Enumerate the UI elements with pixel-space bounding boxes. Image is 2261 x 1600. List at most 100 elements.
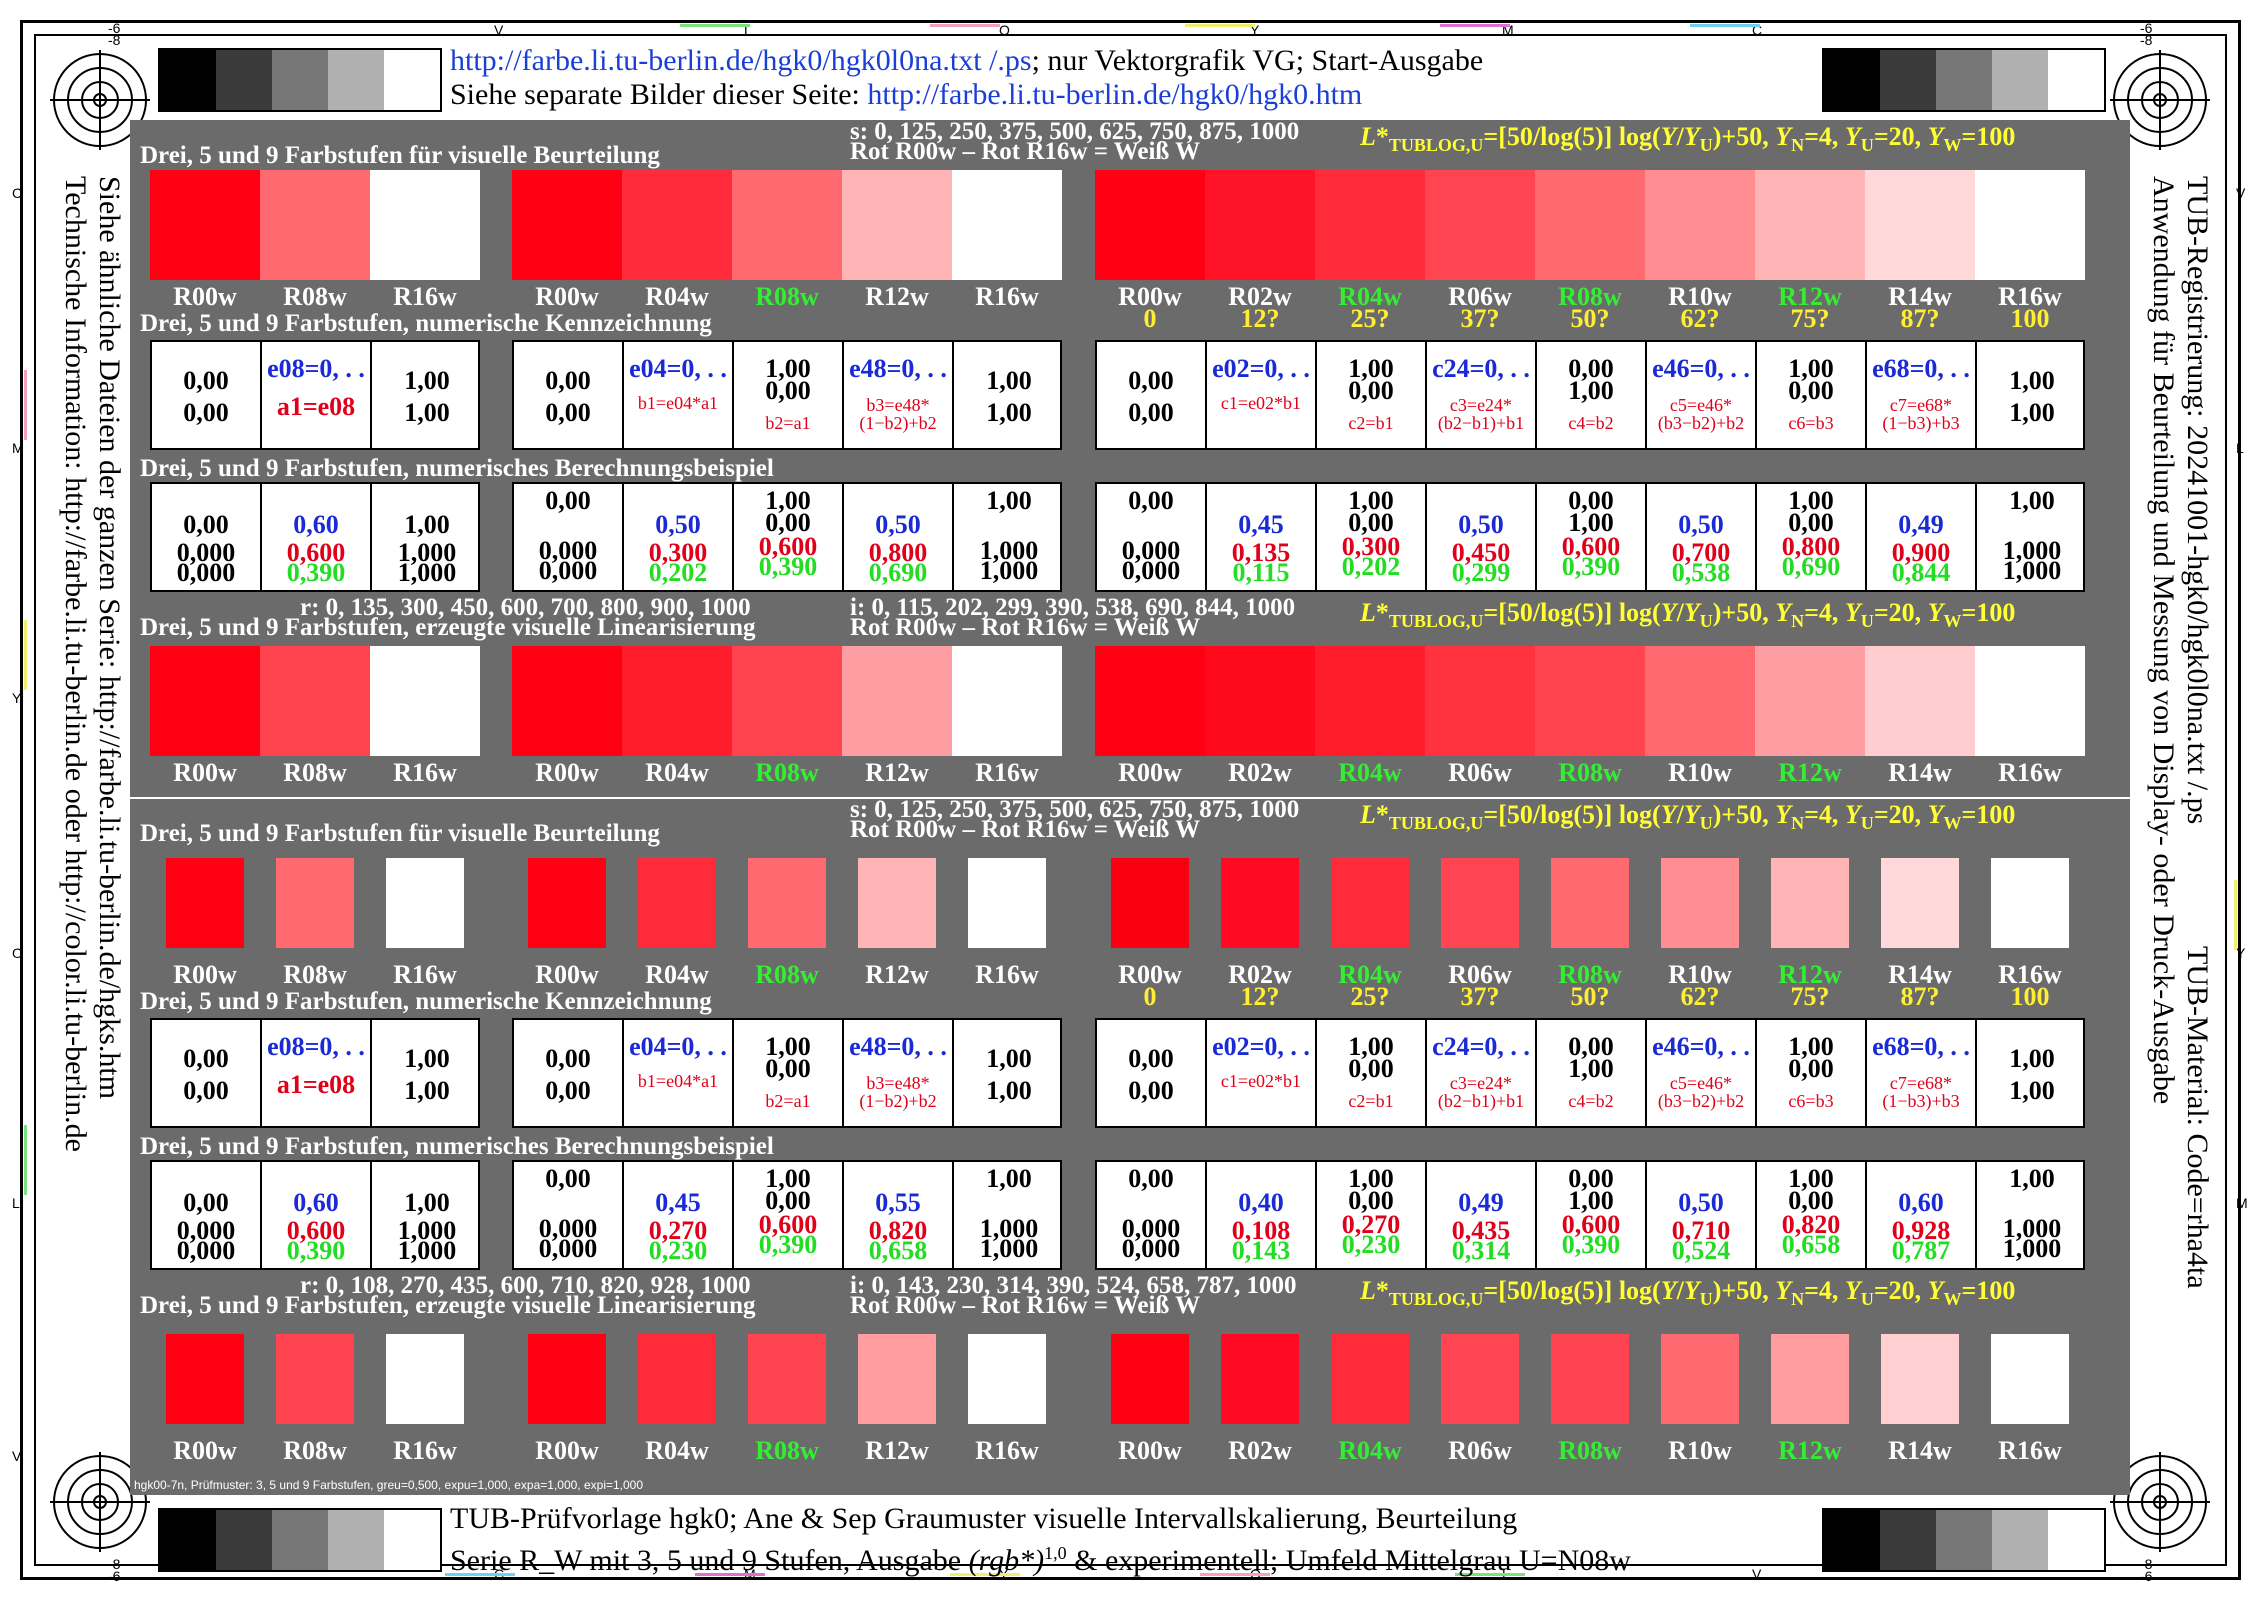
bot-lin9-4 bbox=[1551, 1334, 1629, 1424]
bot-num9-5: 62? bbox=[1680, 982, 1720, 1011]
top-swatch9-6 bbox=[1755, 170, 1865, 280]
bot-ber9-cell-2: 1,00 0,00 0,270 0,230 bbox=[1317, 1162, 1427, 1268]
top-ber3: 0,00 0,000 0,000 0,60 0,600 0,390 1,00 1,000 1,0… bbox=[150, 482, 480, 592]
top-linlabel9-6: R12w bbox=[1778, 758, 1842, 787]
bot-kenn9-cell-6: 1,00 0,00 c6=b3 bbox=[1757, 1020, 1867, 1126]
bot-kenn9: 0,00 0,00 e02=0, . . c1=e02*b1 1,00 0,00 c2=b1… bbox=[1095, 1018, 2085, 1128]
bot-swatch3-1 bbox=[276, 858, 354, 948]
top-swatch9-4 bbox=[1535, 170, 1645, 280]
bot-ber3: 0,00 0,000 0,000 0,60 0,600 0,390 1,00 1,000 1,0… bbox=[150, 1160, 480, 1270]
bot-swatch9-2 bbox=[1331, 858, 1409, 948]
footer-line-1: TUB-Prüfvorlage hgk0; Ane & Sep Graumust… bbox=[450, 1502, 1518, 1535]
footer-sup: 1,0 bbox=[1044, 1543, 1067, 1563]
top-num9-4: 50? bbox=[1570, 304, 1610, 333]
top-rot-2: Rot R00w – Rot R16w = Weiß W bbox=[850, 614, 1201, 641]
top-num9-8: 100 bbox=[2010, 304, 2050, 333]
top-title-visual: Drei, 5 und 9 Farbstufen für visuelle Be… bbox=[140, 142, 660, 169]
top-ber9-cell-5: 0,50 0,700 0,538 bbox=[1647, 484, 1757, 590]
edge-letter-left-4: L bbox=[12, 1195, 20, 1211]
bot-ber5: 0,00 0,000 0,000 0,45 0,270 0,230 1,00 0,00 0,60… bbox=[512, 1160, 1062, 1270]
edge-letter-left-2: Y bbox=[12, 690, 22, 706]
top-lin3-0 bbox=[150, 646, 260, 756]
right-side-line-1: TUB-Registrierung: 20241001-hgk0/hgk0l0n… bbox=[2181, 176, 2214, 825]
top-num9-0: 0 bbox=[1143, 304, 1157, 333]
bot-linlabel5-4: R16w bbox=[975, 1436, 1039, 1465]
top-rot: Rot R00w – Rot R16w = Weiß W bbox=[850, 138, 1201, 165]
top-ber5-cell-1: 0,50 0,300 0,202 bbox=[624, 484, 734, 590]
header-link-htm[interactable]: http://farbe.li.tu-berlin.de/hgk0/hgk0.h… bbox=[867, 78, 1362, 111]
bot-num9-2: 25? bbox=[1350, 982, 1390, 1011]
top-label5-0: R00w bbox=[535, 282, 599, 311]
edge-letter-right-1: L bbox=[2236, 440, 2244, 456]
top-linlabel5-1: R04w bbox=[645, 758, 709, 787]
top-swatch9-3 bbox=[1425, 170, 1535, 280]
top-num9-6: 75? bbox=[1790, 304, 1830, 333]
bot-num9-6: 75? bbox=[1790, 982, 1830, 1011]
bot-num9-1: 12? bbox=[1240, 982, 1280, 1011]
bot-lin3-2 bbox=[386, 1334, 464, 1424]
top-ber9-cell-8: 1,00 1,000 1,000 bbox=[2002, 486, 2062, 585]
top-linlabel9-3: R06w bbox=[1448, 758, 1512, 787]
top-ber3-cell-1: 0,60 0,600 0,390 bbox=[262, 484, 372, 590]
top-label3-2: R16w bbox=[393, 282, 457, 311]
bot-swatch3-2 bbox=[386, 858, 464, 948]
top-label5-2: R08w bbox=[755, 282, 819, 311]
bot-ber9-cell-3: 0,49 0,435 0,314 bbox=[1427, 1162, 1537, 1268]
bot-ber9-cell-1: 0,40 0,108 0,143 bbox=[1207, 1162, 1317, 1268]
bot-swatch3-0 bbox=[166, 858, 244, 948]
bot-linlabel3-1: R08w bbox=[283, 1436, 347, 1465]
bot-kenn3-cell-1: e08=0, . . a1=e08 bbox=[262, 1020, 372, 1126]
top-lin9-5 bbox=[1645, 646, 1755, 756]
bot-lin9-3 bbox=[1441, 1334, 1519, 1424]
top-label5-1: R04w bbox=[645, 282, 709, 311]
bot-label3-0: R00w bbox=[173, 960, 237, 989]
top-linlabel5-2: R08w bbox=[755, 758, 819, 787]
edge-num-bottom-left-a: -6 bbox=[108, 1568, 121, 1584]
top-ber9-cell-1: 0,45 0,135 0,115 bbox=[1207, 484, 1317, 590]
bot-lin9-6 bbox=[1771, 1334, 1849, 1424]
bot-kenn9-cell-0: 0,00 0,00 bbox=[1097, 1020, 1207, 1126]
top-ber9-cell-6: 1,00 0,00 0,800 0,690 bbox=[1757, 484, 1867, 590]
right-side-text: TUB-Registrierung: 20241001-hgk0/hgk0l0n… bbox=[2140, 176, 2230, 1289]
top-kenn9-cell-3: c24=0, . . c3=e24* (b2−b1)+b1 bbox=[1427, 342, 1537, 448]
top-kenn9-cell-0: 0,00 0,00 bbox=[1097, 342, 1207, 448]
bot-linlabel9-5: R10w bbox=[1668, 1436, 1732, 1465]
top-ber5-cell-0: 0,00 0,000 0,000 bbox=[514, 484, 624, 590]
top-num9-1: 12? bbox=[1240, 304, 1280, 333]
top-kenn3-cell-0: 0,00 0,00 bbox=[152, 342, 262, 448]
bot-swatch5-1 bbox=[638, 858, 716, 948]
bot-ber9: 0,00 0,000 0,000 0,40 0,108 0,143 1,00 0,00 0,27… bbox=[1095, 1160, 2085, 1270]
bot-ber9-cell-5: 0,50 0,710 0,524 bbox=[1647, 1162, 1757, 1268]
bot-linlabel3-0: R00w bbox=[173, 1436, 237, 1465]
left-side-text: Siehe ähnliche Dateien der ganzen Serie:… bbox=[54, 176, 134, 1276]
edge-letter-left-0: C bbox=[12, 185, 23, 201]
top-kenn9-cell-8: 1,00 1,00 bbox=[2009, 366, 2055, 427]
footer-line-2-a: Serie R_W mit 3, 5 und 9 Stufen, Ausgabe bbox=[450, 1544, 969, 1577]
top-linlabel9-0: R00w bbox=[1118, 758, 1182, 787]
top-lin5-0 bbox=[512, 646, 622, 756]
main-panel: hgk00-7n, Prüfmuster: 3, 5 und 9 Farbstu… bbox=[130, 118, 2130, 1495]
bot-linlabel9-0: R00w bbox=[1118, 1436, 1182, 1465]
tick-left-pink bbox=[24, 370, 27, 440]
top-formula-1: L*TUBLOG,U=[50/log(5)] log(Y/YU)+50, YN=… bbox=[1360, 122, 2016, 156]
tick-top-pink bbox=[930, 24, 1000, 27]
header-link-txt[interactable]: http://farbe.li.tu-berlin.de/hgk0/hgk0l0… bbox=[450, 44, 1032, 77]
top-ber5-cell-3: 0,50 0,800 0,690 bbox=[844, 484, 954, 590]
bot-kenn9-cell-7: e68=0, . . c7=e68* (1−b3)+b3 bbox=[1867, 1020, 1977, 1126]
top-kenn5-cell-0: 0,00 0,00 bbox=[514, 342, 624, 448]
bot-num9-0: 0 bbox=[1143, 982, 1157, 1011]
bot-kenn3-cell-0: 0,00 0,00 bbox=[152, 1020, 262, 1126]
bot-lin3-1 bbox=[276, 1334, 354, 1424]
bot-kenn9-cell-8: 1,00 1,00 bbox=[2009, 1044, 2055, 1105]
top-ber3-cell-2: 1,00 1,000 1,000 bbox=[397, 510, 457, 587]
edge-letter-top-2: O bbox=[999, 22, 1010, 38]
tick-top-green bbox=[680, 24, 750, 27]
top-ber9: 0,00 0,000 0,000 0,45 0,135 0,115 1,00 0,00 0,30… bbox=[1095, 482, 2085, 592]
bot-lin5-4 bbox=[968, 1334, 1046, 1424]
top-ber3-cell-0: 0,00 0,000 0,000 bbox=[152, 484, 262, 590]
top-swatch9-5 bbox=[1645, 170, 1755, 280]
bot-kenn9-cell-2: 1,00 0,00 c2=b1 bbox=[1317, 1020, 1427, 1126]
gray-scale-bottom-left bbox=[158, 1508, 442, 1572]
top-lin9-2 bbox=[1315, 646, 1425, 756]
bot-lin9-7 bbox=[1881, 1334, 1959, 1424]
